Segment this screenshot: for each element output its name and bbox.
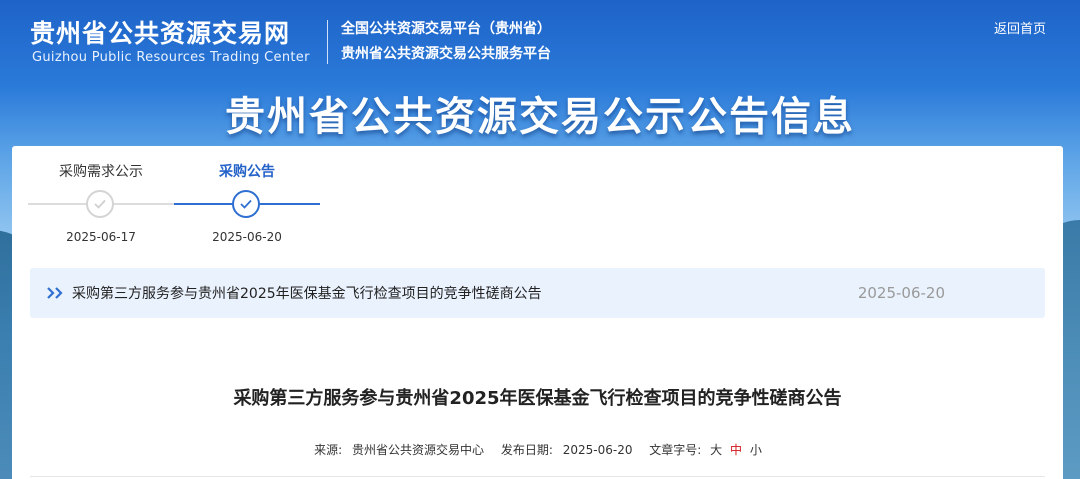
return-home-link[interactable]: 返回首页 <box>994 18 1046 37</box>
platform-name-provincial: 贵州省公共资源交易公共服务平台 <box>341 46 551 62</box>
font-size-medium-button[interactable]: 中 <box>730 443 742 457</box>
source-label: 来源: <box>314 443 343 457</box>
double-chevron-right-icon <box>47 287 63 299</box>
article-meta: 来源: 贵州省公共资源交易中心 发布日期: 2025-06-20 文章字号: 大… <box>12 441 1063 458</box>
divider <box>30 476 1045 477</box>
article-title: 采购第三方服务参与贵州省2025年医保基金飞行检查项目的竞争性磋商公告 <box>233 388 842 409</box>
check-icon <box>94 199 106 209</box>
process-steps: 采购需求公示 2025-06-17 采购公告 2025-06-20 <box>28 160 328 260</box>
step-label: 采购需求公示 <box>59 164 143 180</box>
platform-name-national: 全国公共资源交易平台（贵州省） <box>341 21 551 37</box>
publish-date-value: 2025-06-20 <box>562 443 633 457</box>
site-logo-chinese[interactable]: 贵州省公共资源交易网 <box>30 14 290 50</box>
site-header: 贵州省公共资源交易网 Guizhou Public Resources Trad… <box>0 0 1080 80</box>
step-date: 2025-06-17 <box>66 230 136 244</box>
publish-date-label: 发布日期: <box>500 443 553 457</box>
source-value: 贵州省公共资源交易中心 <box>352 443 485 457</box>
site-logo-english: Guizhou Public Resources Trading Center <box>32 50 310 65</box>
banner-title: 贵州省公共资源交易公示公告信息 <box>225 94 855 140</box>
font-size-large-button[interactable]: 大 <box>710 443 722 457</box>
check-icon <box>240 199 252 209</box>
step-label: 采购公告 <box>219 164 275 180</box>
notice-title-link[interactable]: 采购第三方服务参与贵州省2025年医保基金飞行检查项目的竞争性磋商公告 <box>72 283 542 303</box>
font-size-small-button[interactable]: 小 <box>750 443 762 457</box>
step-date: 2025-06-20 <box>212 230 282 244</box>
step-procurement-demand[interactable]: 采购需求公示 2025-06-17 <box>28 160 174 244</box>
check-circle-icon <box>86 190 114 218</box>
step-procurement-announcement[interactable]: 采购公告 2025-06-20 <box>174 160 320 244</box>
font-size-label: 文章字号: <box>649 443 702 457</box>
header-divider <box>327 20 328 64</box>
check-circle-icon <box>232 190 260 218</box>
content-panel: 采购需求公示 2025-06-17 采购公告 2025-06-20 采购第三方服… <box>12 146 1063 479</box>
notice-date: 2025-06-20 <box>857 284 945 302</box>
notice-item[interactable]: 采购第三方服务参与贵州省2025年医保基金飞行检查项目的竞争性磋商公告 2025… <box>30 268 1045 318</box>
